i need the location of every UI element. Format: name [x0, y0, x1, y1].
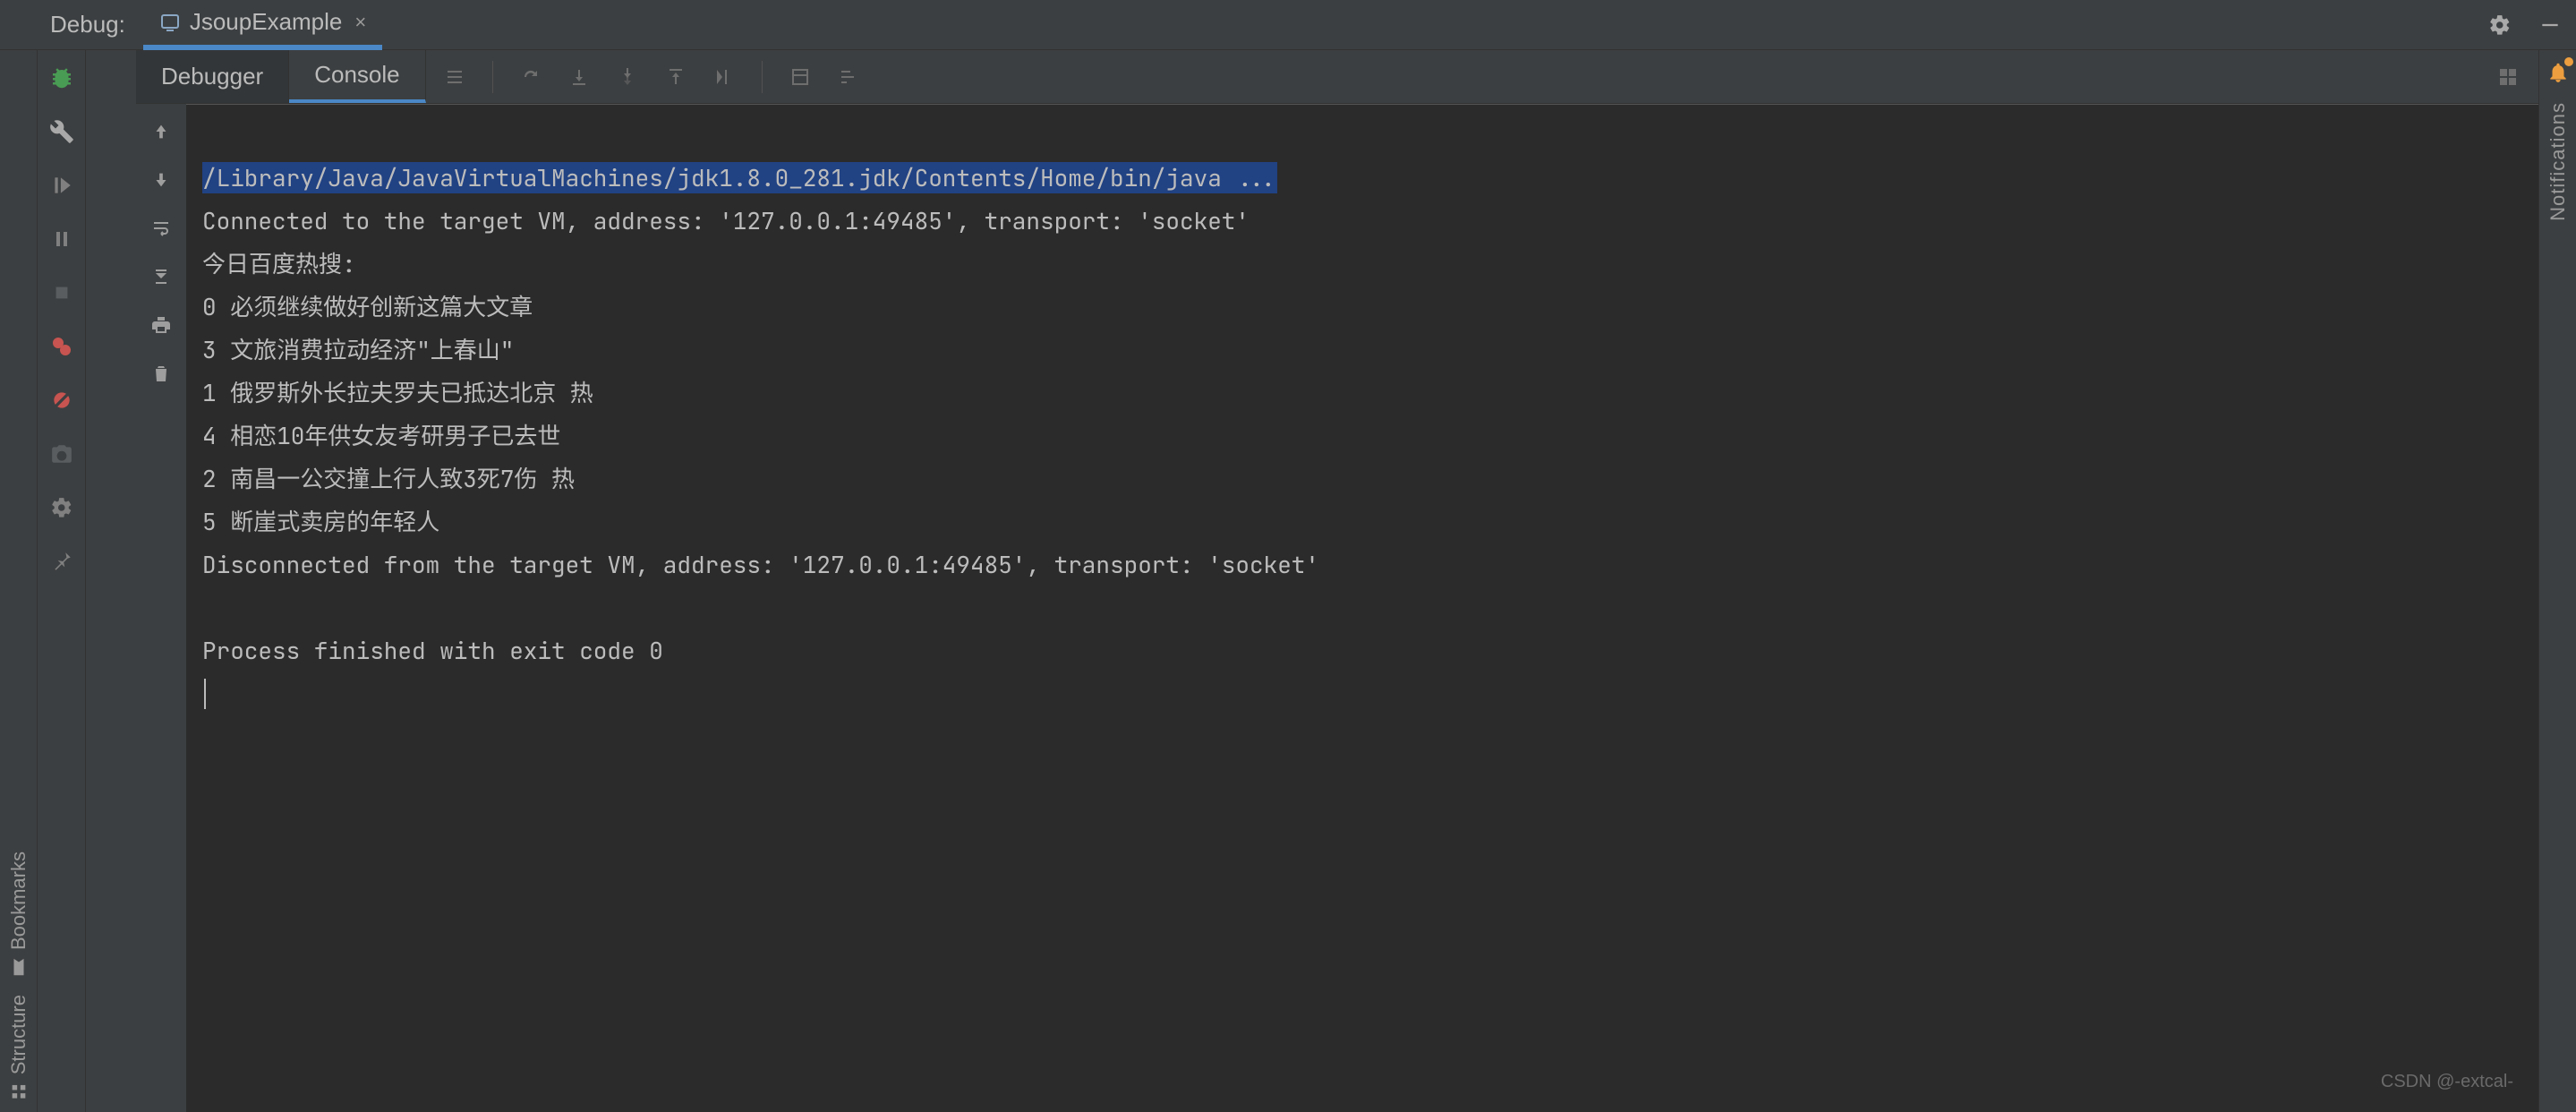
- rerun-debug-button[interactable]: [47, 63, 77, 93]
- step-out-icon[interactable]: [658, 59, 694, 95]
- clear-icon[interactable]: [146, 358, 176, 389]
- separator: [762, 61, 763, 93]
- tab-console[interactable]: Console: [289, 50, 425, 103]
- debug-step-actions: [86, 50, 136, 1112]
- bookmarks-label: Bookmarks: [7, 851, 30, 950]
- modify-run-config-button[interactable]: [47, 116, 77, 147]
- step-into-icon[interactable]: [561, 59, 597, 95]
- mute-breakpoints-button[interactable]: [47, 385, 77, 415]
- soft-wrap-icon[interactable]: [437, 59, 473, 95]
- bookmarks-toolwindow-button[interactable]: Bookmarks: [7, 851, 30, 977]
- console-line: 1 俄罗斯外长拉夫罗夫已抵达北京 热: [202, 377, 593, 408]
- header-title: Debug:: [50, 11, 125, 38]
- stop-button[interactable]: [47, 278, 77, 308]
- view-breakpoints-button[interactable]: [47, 331, 77, 362]
- close-icon[interactable]: ×: [354, 11, 366, 34]
- run-config-tab[interactable]: JsoupExample ×: [143, 0, 382, 50]
- camera-icon[interactable]: [47, 439, 77, 469]
- step-over-icon[interactable]: [513, 59, 549, 95]
- print-icon[interactable]: [146, 310, 176, 340]
- up-arrow-icon[interactable]: [146, 116, 176, 147]
- separator: [492, 61, 493, 93]
- console-line: 0 必须继续做好创新这篇大文章: [202, 291, 533, 322]
- console-line: Connected to the target VM, address: '12…: [202, 205, 1250, 236]
- minimize-icon[interactable]: [2537, 12, 2563, 38]
- left-stripe: Bookmarks Structure: [0, 50, 38, 1112]
- layout-icon[interactable]: [2490, 59, 2526, 95]
- trace-icon[interactable]: [831, 59, 866, 95]
- caret: [204, 679, 206, 709]
- tab-debugger[interactable]: Debugger: [136, 50, 289, 103]
- down-arrow-icon[interactable]: [146, 165, 176, 195]
- debug-toolwindow-header: Debug: JsoupExample ×: [0, 0, 2576, 50]
- debug-left-actions: [38, 50, 86, 1112]
- console-line: Process finished with exit code 0: [202, 635, 663, 666]
- notifications-bell-icon[interactable]: [2545, 59, 2572, 86]
- console-line: /Library/Java/JavaVirtualMachines/jdk1.8…: [202, 162, 1277, 193]
- right-stripe: Notifications: [2538, 50, 2576, 1112]
- force-step-into-icon[interactable]: [610, 59, 645, 95]
- console-output[interactable]: /Library/Java/JavaVirtualMachines/jdk1.8…: [186, 104, 2538, 1112]
- console-line: 2 南昌一公交撞上行人致3死7伤 热: [202, 463, 575, 494]
- console-gutter: [136, 104, 186, 1112]
- tab-console-label: Console: [314, 61, 399, 89]
- tab-debugger-label: Debugger: [161, 63, 263, 90]
- resume-button[interactable]: [47, 170, 77, 201]
- settings-icon[interactable]: [47, 492, 77, 523]
- scroll-to-end-icon[interactable]: [146, 261, 176, 292]
- pin-icon[interactable]: [47, 546, 77, 577]
- console-line: 3 文旅消费拉动经济"上春山": [202, 334, 514, 365]
- structure-toolwindow-button[interactable]: Structure: [7, 995, 30, 1101]
- watermark: CSDN @-extcal-: [2381, 1060, 2513, 1103]
- run-to-cursor-icon[interactable]: [706, 59, 742, 95]
- console-line: 5 断崖式卖房的年轻人: [202, 506, 439, 537]
- console-line: 4 相恋10年供女友考研男子已去世: [202, 420, 560, 451]
- structure-label: Structure: [7, 995, 30, 1074]
- evaluate-icon[interactable]: [782, 59, 818, 95]
- console-line: 今日百度热搜:: [202, 248, 356, 279]
- gear-icon[interactable]: [2486, 12, 2513, 38]
- soft-wrap-toggle-icon[interactable]: [146, 213, 176, 244]
- notifications-label[interactable]: Notifications: [2546, 102, 2570, 221]
- app-icon: [159, 12, 181, 33]
- console-line: Disconnected from the target VM, address…: [202, 549, 1319, 580]
- pause-button[interactable]: [47, 224, 77, 254]
- debug-inner-tabs: Debugger Console: [136, 50, 2538, 104]
- run-config-label: JsoupExample: [190, 8, 343, 36]
